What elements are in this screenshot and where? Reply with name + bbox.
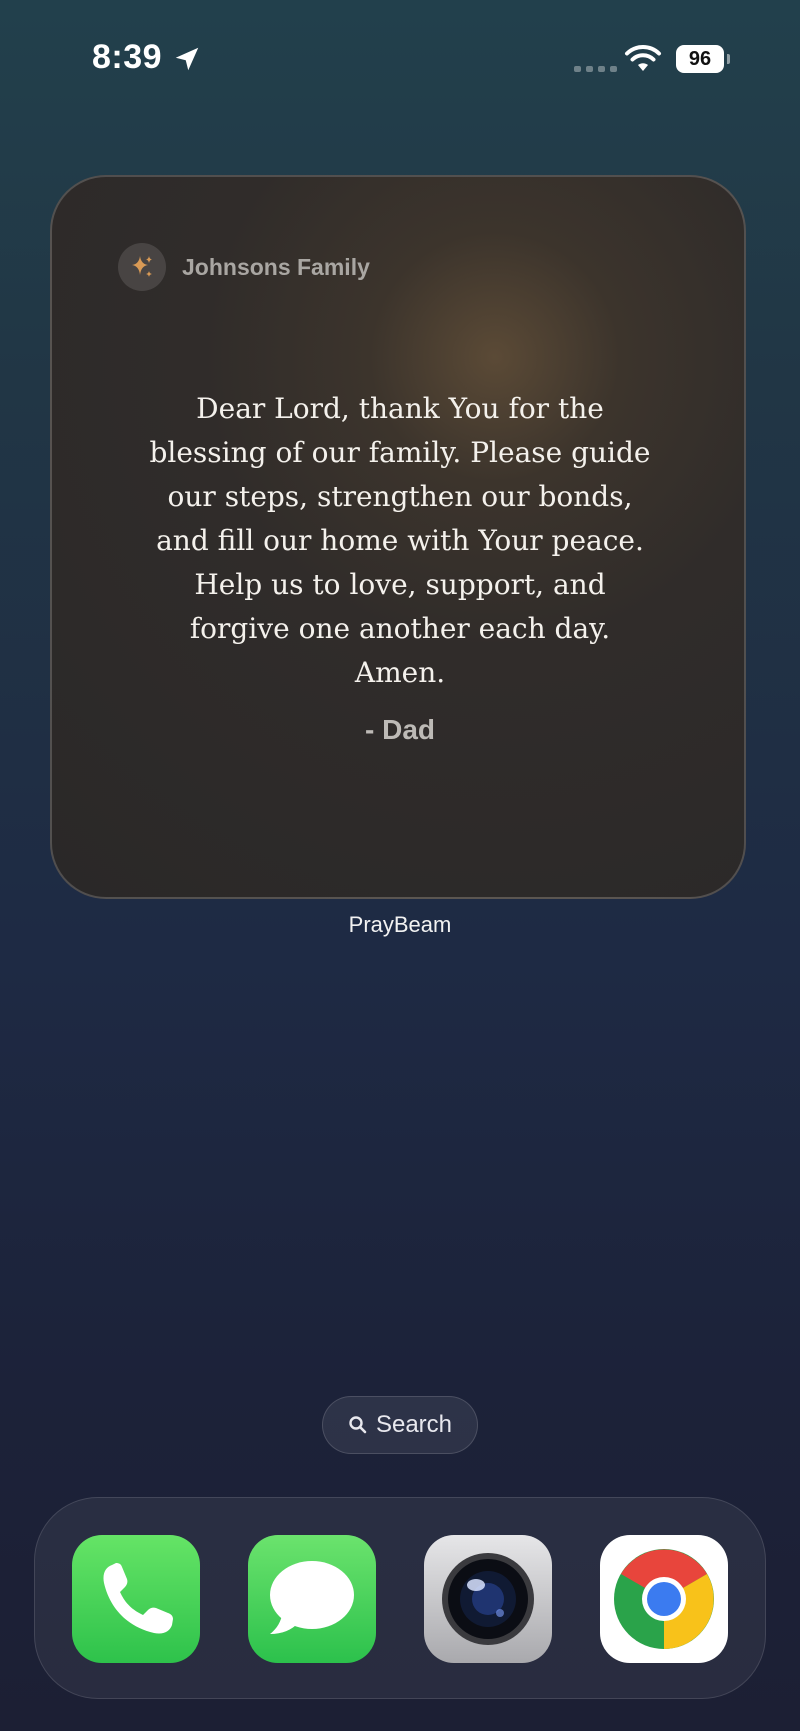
praybeam-widget[interactable]: Johnsons Family Dear Lord, thank You for… (50, 175, 746, 899)
search-icon (349, 1416, 367, 1434)
prayer-text: Dear Lord, thank You for the blessing of… (92, 387, 708, 695)
phone-icon (103, 1563, 173, 1634)
status-bar: 8:39 96 (0, 0, 800, 120)
prayer-line: forgive one another each day. (189, 612, 611, 645)
battery-level: 96 (688, 47, 712, 70)
messages-icon (270, 1561, 354, 1634)
search-button[interactable]: Search (322, 1396, 478, 1454)
wifi-icon (625, 45, 661, 71)
prayer-line: Help us to love, support, and (194, 568, 606, 601)
dock-app-camera[interactable] (424, 1535, 552, 1663)
chrome-icon (614, 1549, 714, 1649)
dock-app-phone[interactable] (72, 1535, 200, 1663)
prayer-line: our steps, strengthen our bonds, (167, 480, 633, 513)
prayer-line: blessing of our family. Please guide (149, 436, 651, 469)
sparkles-icon (118, 243, 166, 291)
widget-header: Johnsons Family (118, 243, 370, 291)
prayer-line: Dear Lord, thank You for the (196, 392, 604, 425)
status-time: 8:39 (92, 38, 163, 76)
dock-app-chrome[interactable] (600, 1535, 728, 1663)
prayer-line: Amen. (354, 656, 446, 689)
group-name: Johnsons Family (182, 253, 370, 280)
dock-app-messages[interactable] (248, 1535, 376, 1663)
search-label: Search (375, 1411, 453, 1438)
cellular-signal-icon (574, 66, 617, 72)
battery-tip (727, 54, 730, 64)
location-arrow-icon (175, 47, 199, 71)
prayer-author: - Dad (365, 714, 435, 745)
camera-icon (442, 1553, 534, 1645)
battery-icon: 96 (676, 45, 724, 73)
prayer-line: and fill our home with Your peace. (156, 524, 644, 557)
widget-app-label: PrayBeam (348, 912, 452, 937)
